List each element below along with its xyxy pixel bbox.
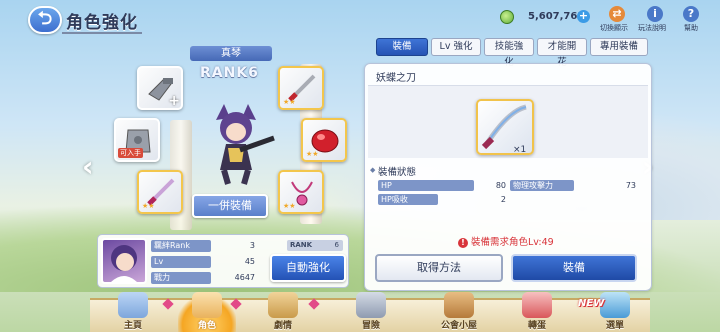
switch-display-label: 切換顯示: [600, 24, 628, 32]
character-name: 真琴: [190, 46, 272, 61]
tab-equipment[interactable]: 裝備: [376, 38, 428, 56]
nav-guild-house[interactable]: 公會小屋: [430, 292, 488, 332]
nav-guild-house-label: 公會小屋: [440, 321, 477, 331]
warning-icon: !: [458, 238, 468, 248]
rarity-stars: ★★: [283, 202, 296, 210]
tab-skill-up[interactable]: 技能強化: [484, 38, 534, 68]
equip-slot-2[interactable]: ★★: [278, 66, 324, 110]
tab-bar: 裝備 Lv 強化 技能強化 才能開花 專用裝備: [376, 38, 648, 68]
character-rank: RANK6: [200, 65, 259, 81]
character-figure: [216, 104, 275, 185]
bullet-icon: ◆: [370, 166, 376, 174]
item-stat-value: 80: [495, 181, 506, 190]
auto-enhance-button[interactable]: 自動強化: [270, 254, 346, 282]
equip-all-button[interactable]: 一併裝備: [192, 194, 268, 218]
equip-slot-6[interactable]: ★★: [278, 170, 324, 214]
help-icon: ?: [683, 6, 699, 22]
level-requirement: ! 裝備需求角色Lv:49: [458, 234, 554, 248]
item-stat-value: 2: [500, 195, 506, 204]
equip-slot-1[interactable]: +: [137, 66, 183, 110]
gameplay-info-button[interactable]: i 玩法說明: [638, 6, 668, 33]
switch-display-icon: ⇄: [609, 6, 625, 22]
nav-home-label: 主頁: [123, 321, 142, 331]
mana-coin-icon: [500, 10, 514, 24]
character-portrait[interactable]: [101, 238, 147, 284]
tab-star-up[interactable]: 才能開花: [537, 38, 587, 68]
equip-button[interactable]: 裝備: [511, 254, 637, 282]
rank-label: RANK: [290, 241, 313, 249]
rarity-stars: ★★: [306, 150, 319, 158]
nav-gacha[interactable]: 轉蛋: [508, 292, 566, 332]
tab-unique-equipment[interactable]: 專用裝備: [590, 38, 648, 56]
scroll-icon: [268, 292, 298, 318]
page-title: 角色強化: [66, 13, 138, 33]
rank-value: 6: [334, 241, 339, 249]
help-label: 幫助: [684, 24, 698, 32]
nav-story[interactable]: 劇情: [254, 292, 312, 332]
power-label: 戰力: [151, 272, 211, 284]
equip-slot-4[interactable]: ★★: [301, 118, 347, 162]
nav-menu-label: 選單: [605, 321, 624, 331]
back-button[interactable]: ⮌: [28, 6, 62, 34]
nav-story-label: 劇情: [273, 321, 292, 331]
level-value: 45: [244, 257, 255, 266]
power-value: 4647: [234, 273, 255, 282]
tab-level-up[interactable]: Lv 強化: [431, 38, 481, 56]
item-stat-physical-attack: 物理攻擊力 73: [510, 180, 638, 191]
plus-icon: +: [168, 93, 180, 109]
nav-gacha-label: 轉蛋: [527, 321, 546, 331]
rank-indicator: RANK 6: [287, 240, 343, 251]
equipment-status-title: 裝備狀態: [378, 167, 417, 178]
nav-home[interactable]: 主頁: [104, 292, 162, 332]
bond-rank-label: 羈絆Rank: [151, 240, 211, 252]
equip-slot-3[interactable]: 可入手: [114, 118, 160, 162]
add-currency-button[interactable]: +: [577, 10, 590, 23]
item-stat-label: HP吸收: [378, 194, 438, 205]
nav-character-label: 角色: [197, 321, 216, 331]
power-row: 戰力 4647: [151, 272, 255, 284]
item-stat-label: 物理攻擊力: [510, 180, 574, 191]
new-badge: NEW: [578, 298, 605, 309]
gacha-icon: [522, 292, 552, 318]
bond-rank-row: 羈絆Rank 3: [151, 240, 255, 252]
equip-slot-5[interactable]: ★★: [137, 170, 183, 214]
title-underline: [62, 32, 142, 34]
obtainable-tag: 可入手: [118, 148, 143, 158]
nav-adventure-label: 冒險: [361, 321, 380, 331]
item-stat-hp: HP 80: [378, 180, 506, 191]
help-button[interactable]: ? 幫助: [678, 6, 704, 33]
gameplay-info-label: 玩法說明: [638, 24, 666, 32]
menu-crystal-icon: [600, 292, 630, 318]
home-icon: [118, 292, 148, 318]
sword-icon: [356, 292, 386, 318]
nav-character[interactable]: 角色: [178, 292, 236, 332]
level-requirement-text: 裝備需求角色Lv:49: [471, 237, 554, 248]
switch-display-button[interactable]: ⇄ 切換顯示: [600, 6, 630, 33]
nav-adventure[interactable]: 冒險: [342, 292, 400, 332]
obtain-method-button[interactable]: 取得方法: [375, 254, 503, 282]
item-count: ×1: [513, 145, 527, 155]
item-stat-value: 73: [625, 181, 636, 190]
prev-character-arrow[interactable]: ‹: [82, 150, 94, 183]
rarity-stars: ★★: [283, 98, 296, 106]
item-name: 妖蝶之刀: [376, 73, 416, 84]
info-icon: i: [647, 6, 663, 22]
rarity-stars: ★★: [142, 202, 155, 210]
item-stat-hp-drain: HP吸收 2: [378, 194, 506, 205]
bond-rank-value: 3: [249, 241, 255, 250]
level-label: Lv: [151, 256, 211, 268]
house-icon: [444, 292, 474, 318]
portrait-image: [111, 245, 137, 282]
item-stat-label: HP: [378, 180, 474, 191]
level-row: Lv 45: [151, 256, 255, 268]
currency-value: 5,607,765: [528, 11, 585, 22]
character-icon: [192, 292, 222, 318]
